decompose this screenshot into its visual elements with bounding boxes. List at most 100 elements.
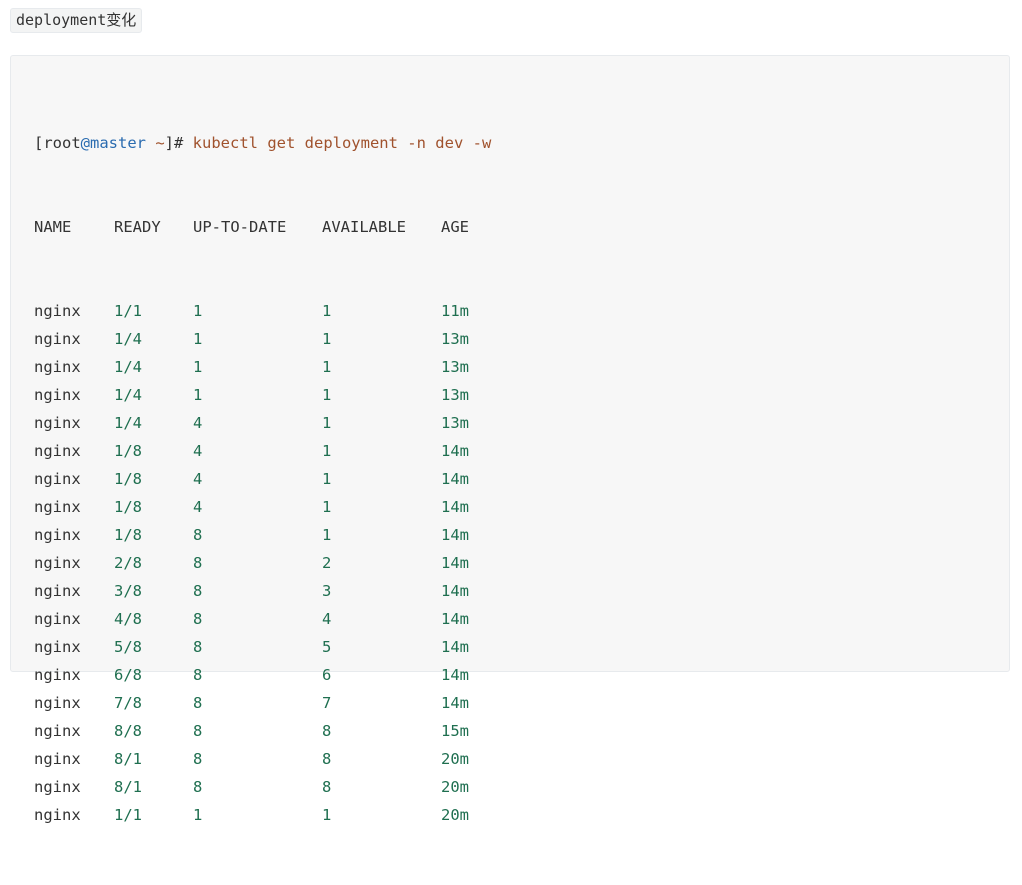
- cell-ready: 5/8: [114, 638, 142, 656]
- cell-up-to-date: 8: [193, 582, 203, 600]
- code-block: [root@master ~]# kubectl get deployment …: [10, 55, 1010, 824]
- cell-age: 14m: [441, 442, 469, 460]
- cell-up-to-date: 1: [193, 386, 203, 404]
- cell-name: nginx: [34, 386, 81, 404]
- table-row: nginx 1/8 4 1 14m: [34, 437, 501, 465]
- cell-age: 20m: [441, 750, 469, 768]
- cell-age: 11m: [441, 302, 469, 320]
- cell-name: nginx: [34, 470, 81, 488]
- cell-available: 1: [322, 498, 332, 516]
- cell-up-to-date: 8: [193, 750, 203, 768]
- header-available: AVAILABLE: [322, 218, 406, 236]
- cell-name: nginx: [34, 582, 81, 600]
- table-row: nginx 8/1 8 8 20m: [34, 745, 501, 773]
- cell-available: 1: [322, 806, 332, 824]
- cell-ready: 1/8: [114, 498, 142, 516]
- cell-ready: 1/8: [114, 526, 142, 544]
- inline-code-heading: deployment变化: [10, 8, 143, 33]
- cell-up-to-date: 4: [193, 414, 203, 432]
- table-row: nginx 1/8 8 1 14m: [34, 521, 501, 549]
- cell-ready: 1/4: [114, 414, 142, 432]
- prompt-open-bracket: [: [34, 134, 44, 152]
- cell-up-to-date: 1: [193, 806, 203, 824]
- table-rows: nginx 1/1 1 1 11m nginx 1/4 1 1 13m nginx 1/4 1 1 13m n…: [34, 297, 501, 829]
- cell-up-to-date: 4: [193, 498, 203, 516]
- cell-up-to-date: 8: [193, 666, 203, 684]
- table-row: nginx 7/8 8 7 14m: [34, 689, 501, 717]
- cell-ready: 1/1: [114, 806, 142, 824]
- table-row: nginx 1/4 1 1 13m: [34, 381, 501, 409]
- cell-name: nginx: [34, 722, 81, 740]
- prompt-line: [root@master ~]# kubectl get deployment …: [34, 129, 501, 157]
- table-header-row: NAME READY UP-TO-DATE AVAILABLE AGE: [34, 213, 501, 241]
- cell-available: 1: [322, 302, 332, 320]
- cell-up-to-date: 8: [193, 778, 203, 796]
- code-lines: [root@master ~]# kubectl get deployment …: [34, 73, 501, 885]
- cell-name: nginx: [34, 554, 81, 572]
- cell-ready: 8/1: [114, 778, 142, 796]
- cell-ready: 1/8: [114, 442, 142, 460]
- prompt-user: root: [43, 134, 81, 152]
- cell-age: 14m: [441, 526, 469, 544]
- cell-available: 3: [322, 582, 332, 600]
- cell-ready: 1/1: [114, 302, 142, 320]
- prompt-command: kubectl get deployment -n dev -w: [192, 134, 492, 152]
- header-age: AGE: [441, 218, 469, 236]
- cell-age: 13m: [441, 414, 469, 432]
- cell-age: 20m: [441, 806, 469, 824]
- cell-age: 15m: [441, 722, 469, 740]
- cell-age: 20m: [441, 778, 469, 796]
- table-row: nginx 5/8 8 5 14m: [34, 633, 501, 661]
- table-row: nginx 1/1 1 1 20m: [34, 801, 501, 829]
- cell-name: nginx: [34, 638, 81, 656]
- cell-available: 7: [322, 694, 332, 712]
- cell-name: nginx: [34, 442, 81, 460]
- cell-age: 14m: [441, 554, 469, 572]
- cell-ready: 8/1: [114, 750, 142, 768]
- cell-available: 8: [322, 722, 332, 740]
- cell-name: nginx: [34, 358, 81, 376]
- table-row: nginx 1/4 1 1 13m: [34, 325, 501, 353]
- cell-age: 14m: [441, 694, 469, 712]
- table-row: nginx 1/8 4 1 14m: [34, 465, 501, 493]
- cell-up-to-date: 8: [193, 554, 203, 572]
- cell-ready: 7/8: [114, 694, 142, 712]
- cell-ready: 1/4: [114, 386, 142, 404]
- cell-available: 1: [322, 386, 332, 404]
- cell-ready: 8/8: [114, 722, 142, 740]
- cell-available: 1: [322, 358, 332, 376]
- prompt-close: ]#: [164, 134, 193, 152]
- table-row: nginx 1/8 4 1 14m: [34, 493, 501, 521]
- cell-name: nginx: [34, 610, 81, 628]
- cell-available: 1: [322, 414, 332, 432]
- cell-available: 5: [322, 638, 332, 656]
- cell-ready: 6/8: [114, 666, 142, 684]
- table-row: nginx 2/8 8 2 14m: [34, 549, 501, 577]
- table-row: nginx 6/8 8 6 14m: [34, 661, 501, 689]
- cell-available: 6: [322, 666, 332, 684]
- cell-up-to-date: 8: [193, 694, 203, 712]
- cell-up-to-date: 8: [193, 526, 203, 544]
- cell-ready: 2/8: [114, 554, 142, 572]
- cell-up-to-date: 8: [193, 722, 203, 740]
- table-row: nginx 8/1 8 8 20m: [34, 773, 501, 801]
- cell-available: 8: [322, 778, 332, 796]
- cell-ready: 1/8: [114, 470, 142, 488]
- cell-available: 1: [322, 330, 332, 348]
- cell-name: nginx: [34, 498, 81, 516]
- cell-age: 14m: [441, 638, 469, 656]
- cell-name: nginx: [34, 694, 81, 712]
- cell-name: nginx: [34, 330, 81, 348]
- cell-age: 13m: [441, 330, 469, 348]
- cell-ready: 1/4: [114, 330, 142, 348]
- cell-ready: 4/8: [114, 610, 142, 628]
- cell-name: nginx: [34, 750, 81, 768]
- cell-name: nginx: [34, 526, 81, 544]
- table-row: nginx 1/4 1 1 13m: [34, 353, 501, 381]
- cell-age: 14m: [441, 582, 469, 600]
- cell-name: nginx: [34, 778, 81, 796]
- cell-name: nginx: [34, 414, 81, 432]
- cell-name: nginx: [34, 302, 81, 320]
- cell-available: 2: [322, 554, 332, 572]
- cell-age: 14m: [441, 610, 469, 628]
